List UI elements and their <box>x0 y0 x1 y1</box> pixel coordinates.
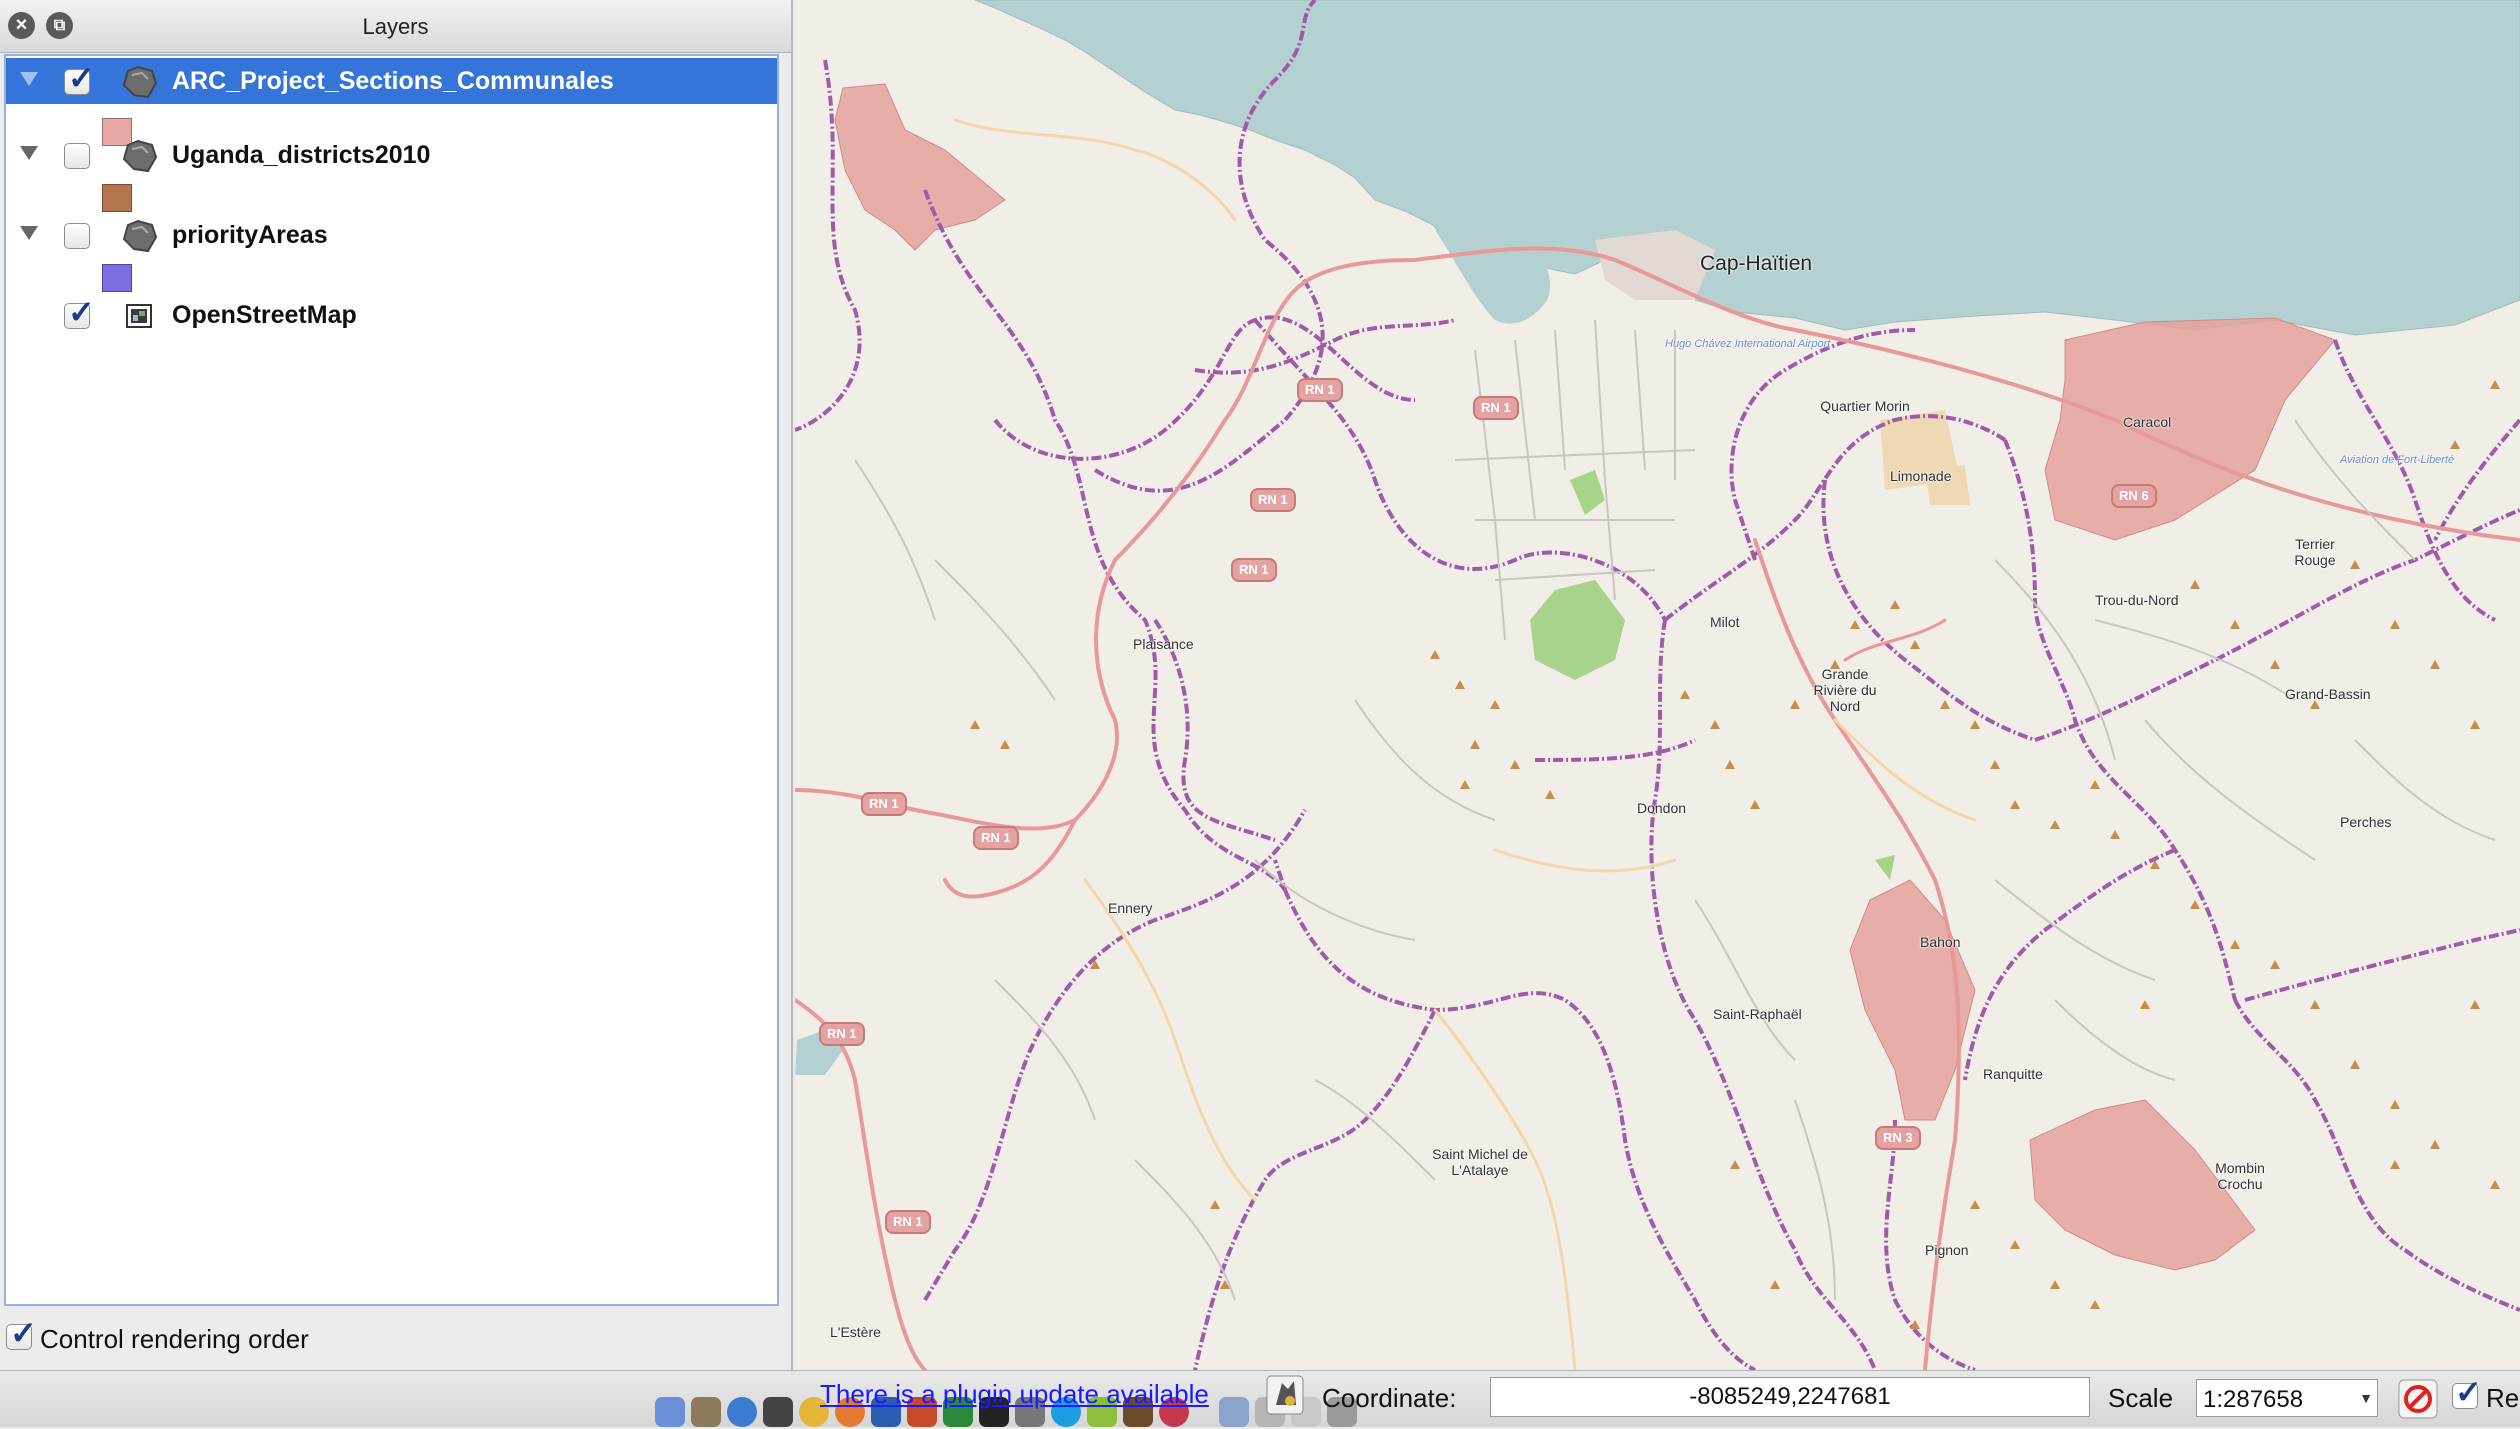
road-shield: RN 3 <box>1875 1126 1921 1150</box>
folder-icon[interactable] <box>1219 1397 1249 1427</box>
layer-row-priority-areas[interactable]: priorityAreas <box>6 212 777 258</box>
place-label: Quartier Morin <box>1820 398 1910 414</box>
layer-style-swatch <box>102 264 132 292</box>
road-shield: RN 1 <box>1231 558 1277 582</box>
expand-triangle-icon[interactable] <box>20 72 38 86</box>
layer-row-openstreetmap[interactable]: ✓ OpenStreetMap <box>6 292 777 338</box>
place-label: Grand-Bassin <box>2285 686 2371 702</box>
layer-name: ARC_Project_Sections_Communales <box>172 67 614 95</box>
road-shield: RN 1 <box>1297 378 1343 402</box>
polygon-layer-icon <box>122 139 158 173</box>
place-label: Dondon <box>1637 800 1687 816</box>
place-label: Ranquitte <box>1983 1066 2043 1082</box>
place-label: Bahon <box>1920 934 1961 950</box>
checkmark-icon: ✓ <box>68 294 95 330</box>
airport-label: Aviation de Fort-Liberté <box>2340 454 2455 466</box>
layer-visibility-checkbox[interactable]: ✓ <box>64 62 95 95</box>
region-polygon <box>834 83 1006 251</box>
chevron-down-icon[interactable]: ▼ <box>2359 1390 2373 1406</box>
control-rendering-order-checkbox[interactable]: ✓ <box>6 1317 37 1350</box>
place-label: Caracol <box>2123 414 2172 430</box>
layer-visibility-checkbox[interactable] <box>64 143 90 169</box>
coordinate-capture-icon[interactable] <box>1266 1375 1304 1415</box>
checkmark-icon: ✓ <box>2455 1374 2482 1410</box>
render-checkbox[interactable]: ✓ <box>2452 1376 2482 1409</box>
layer-name: OpenStreetMap <box>172 301 357 329</box>
road-shield: RN 1 <box>819 1022 865 1046</box>
layer-list[interactable]: ✓ ARC_Project_Sections_Communales Uganda… <box>4 54 779 1306</box>
plugin-update-link[interactable]: There is a plugin update available <box>820 1379 1209 1410</box>
polygon-layer-icon <box>122 65 158 99</box>
raster-layer-icon <box>126 304 152 328</box>
place-label: Ennery <box>1108 900 1153 916</box>
scale-value: 1:287658 <box>2203 1386 2304 1413</box>
itunes-icon[interactable] <box>727 1397 757 1427</box>
sea-area <box>974 0 2520 336</box>
layer-name: priorityAreas <box>172 221 328 249</box>
layer-style-swatch <box>102 184 132 212</box>
stop-render-icon[interactable] <box>2398 1379 2438 1419</box>
expand-triangle-icon[interactable] <box>20 226 38 240</box>
road-shield: RN 6 <box>2111 484 2157 508</box>
road-shield: RN 1 <box>861 792 907 816</box>
layer-name: Uganda_districts2010 <box>172 141 431 169</box>
scale-label: Scale <box>2108 1383 2174 1413</box>
finder-icon[interactable] <box>655 1397 685 1427</box>
road-shield: RN 1 <box>973 826 1019 850</box>
place-label: Grande Rivière du Nord <box>1813 666 1877 714</box>
region-polygon <box>2044 317 2336 541</box>
coordinate-field[interactable] <box>1490 1377 2090 1417</box>
layer-row-uganda-districts2010[interactable]: Uganda_districts2010 <box>6 132 777 178</box>
place-label: Perches <box>2340 814 2392 830</box>
polygon-layer-icon <box>122 219 158 253</box>
road-shield: RN 1 <box>1250 488 1296 512</box>
layer-row-arc-project-sections-communales[interactable]: ✓ ARC_Project_Sections_Communales <box>6 58 777 104</box>
place-label: Mombin Crochu <box>2215 1160 2265 1192</box>
place-label: Trou-du-Nord <box>2095 592 2179 608</box>
park-area <box>1570 470 1605 515</box>
panel-titlebar[interactable]: × ⧉ Layers <box>0 0 791 53</box>
scale-combobox[interactable]: 1:287658 ▼ <box>2196 1379 2378 1417</box>
park-area <box>1530 580 1625 680</box>
render-label: Render <box>2486 1383 2520 1413</box>
app-icon[interactable] <box>691 1397 721 1427</box>
place-label: Terrier Rouge <box>2294 536 2336 568</box>
layers-panel: × ⧉ Layers ✓ ARC_Project_Sections_Commun… <box>0 0 793 1370</box>
park-area <box>1875 855 1895 880</box>
place-label: Plaisance <box>1133 636 1194 652</box>
map-canvas[interactable]: Cap-Haïtien Hugo Chávez International Ai… <box>795 0 2520 1370</box>
checkmark-icon: ✓ <box>68 60 95 96</box>
place-label: Saint Michel de L'Atalaye <box>1432 1146 1528 1178</box>
road-shield: RN 1 <box>1473 396 1519 420</box>
airport-label: Hugo Chávez International Airport <box>1665 338 1831 350</box>
control-rendering-order-label: Control rendering order <box>40 1324 309 1354</box>
place-label: Limonade <box>1890 468 1952 484</box>
place-label: Milot <box>1710 614 1740 630</box>
app-icon[interactable] <box>763 1397 793 1427</box>
place-label: Pignon <box>1925 1242 1969 1258</box>
status-bar: There is a plugin update available Coord… <box>0 1370 2520 1427</box>
layer-visibility-checkbox[interactable]: ✓ <box>64 296 95 329</box>
expand-triangle-icon[interactable] <box>20 146 38 160</box>
panel-title: Layers <box>362 14 429 39</box>
layer-visibility-checkbox[interactable] <box>64 223 90 249</box>
place-label: L'Estère <box>830 1324 881 1340</box>
checkmark-icon: ✓ <box>10 1315 37 1351</box>
place-label: Saint-Raphaël <box>1713 1006 1802 1022</box>
road-shield: RN 1 <box>885 1210 931 1234</box>
coordinate-label: Coordinate: <box>1322 1383 1457 1413</box>
place-label: Cap-Haïtien <box>1700 252 1813 275</box>
